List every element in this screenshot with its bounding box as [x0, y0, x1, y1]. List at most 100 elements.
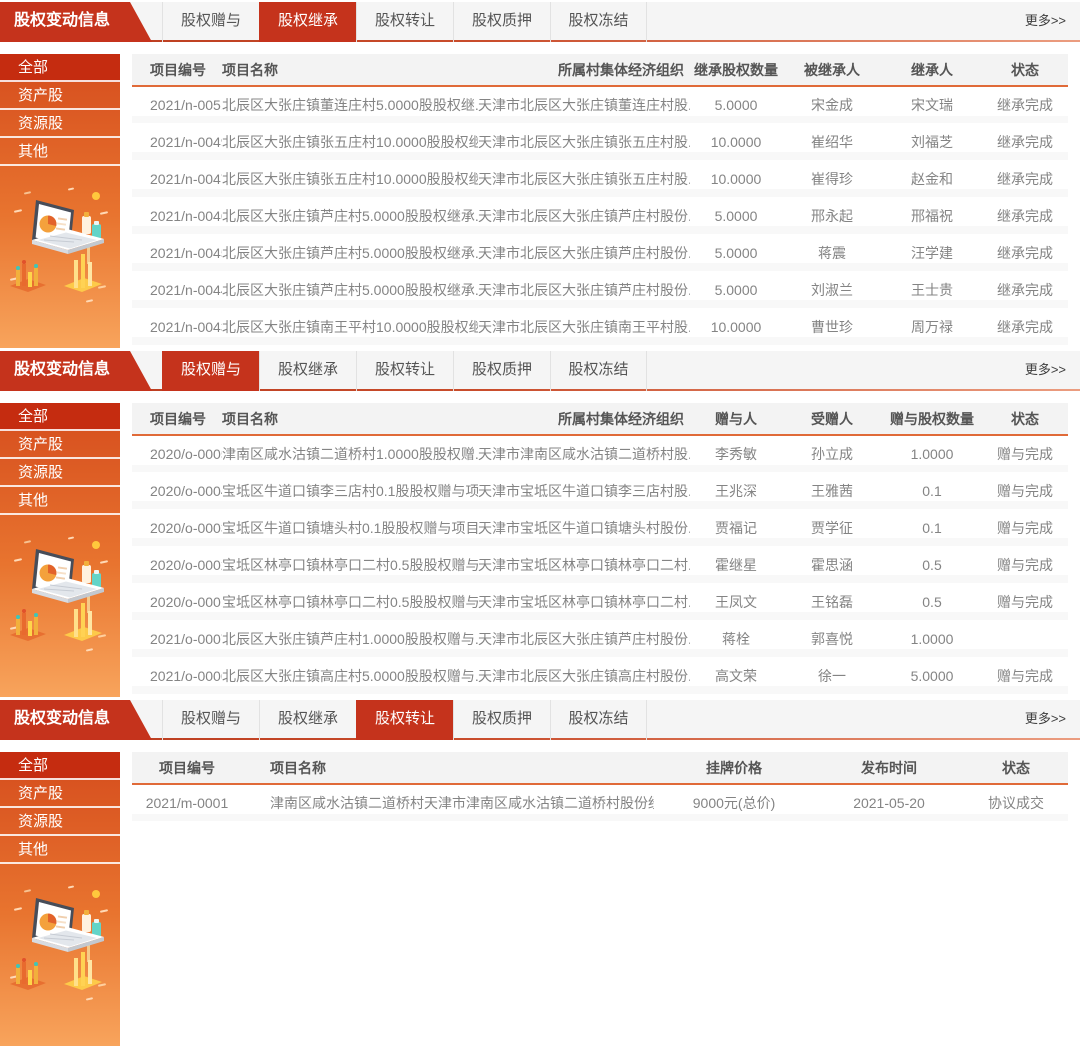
- table-cell: 天津市宝坻区牛道口镇塘头村股份...: [478, 509, 690, 546]
- column-header: 状态: [982, 54, 1068, 86]
- column-header: 项目编号: [132, 752, 242, 784]
- table-row[interactable]: 2021/m-0001津南区咸水沽镇二道桥村天津市津南区咸水沽镇二道桥村股份经.…: [132, 784, 1068, 821]
- table-cell: 宝坻区牛道口镇塘头村0.1股股权赠与项目: [222, 509, 478, 546]
- table-wrap: 项目编号项目名称挂牌价格发布时间状态 2021/m-0001津南区咸水沽镇二道桥…: [132, 752, 1068, 1046]
- tab-3[interactable]: 股权转让: [356, 351, 453, 391]
- table-cell: 北辰区大张庄镇芦庄村5.0000股股权继承...: [222, 197, 478, 234]
- tab-2[interactable]: 股权继承: [259, 351, 356, 391]
- section-transfer: 股权变动信息 股权赠与股权继承股权转让股权质押股权冻结 更多>> 全部资产股资源…: [0, 700, 1080, 1046]
- table-row[interactable]: 2021/n-0043北辰区大张庄镇南王平村10.0000股股权继...天津市北…: [132, 308, 1068, 345]
- table-cell: 2021/n-0047: [132, 160, 222, 197]
- table-cell: 天津市宝坻区林亭口镇林亭口二村...: [478, 546, 690, 583]
- table-cell: 继承完成: [982, 160, 1068, 197]
- sidebar-item[interactable]: 资源股: [0, 808, 120, 836]
- table-cell: 天津市北辰区大张庄镇张五庄村股...: [478, 160, 690, 197]
- section-title-banner: 股权变动信息: [0, 351, 152, 391]
- tab-5[interactable]: 股权冻结: [550, 2, 647, 42]
- more-link[interactable]: 更多>>: [1025, 700, 1080, 738]
- sidebar-item[interactable]: 其他: [0, 836, 120, 864]
- sidebar-item[interactable]: 资源股: [0, 110, 120, 138]
- category-sidebar: 全部资产股资源股其他: [0, 403, 120, 697]
- sidebar-item[interactable]: 其他: [0, 487, 120, 515]
- table-cell: 邢永起: [782, 197, 882, 234]
- table-cell: 孙立成: [782, 435, 882, 472]
- table-cell: 2020/o-0001: [132, 583, 222, 620]
- table-row[interactable]: 2020/o-0005津南区咸水沽镇二道桥村1.0000股股权赠...天津市津南…: [132, 435, 1068, 472]
- tab-4[interactable]: 股权质押: [453, 351, 550, 391]
- table-cell: 5.0000: [690, 197, 782, 234]
- table-cell: 李秀敏: [690, 435, 782, 472]
- sidebar-menu: 全部资产股资源股其他: [0, 54, 120, 166]
- header-row: 项目编号项目名称所属村集体经济组织继承股权数量被继承人继承人状态: [132, 54, 1068, 86]
- table-cell: 2021/m-0001: [132, 784, 242, 821]
- tab-bar: 股权赠与股权继承股权转让股权质押股权冻结: [162, 700, 647, 740]
- table-cell: 2021/o-0007: [132, 620, 222, 657]
- tab-3[interactable]: 股权转让: [356, 700, 453, 740]
- section-header: 股权变动信息 股权赠与股权继承股权转让股权质押股权冻结 更多>>: [0, 2, 1080, 40]
- table-row[interactable]: 2020/o-0003宝坻区牛道口镇塘头村0.1股股权赠与项目天津市宝坻区牛道口…: [132, 509, 1068, 546]
- table-cell: 0.1: [882, 472, 982, 509]
- tab-1[interactable]: 股权赠与: [162, 700, 259, 740]
- sidebar-item[interactable]: 资源股: [0, 459, 120, 487]
- sidebar-item[interactable]: 其他: [0, 138, 120, 166]
- table-cell: 继承完成: [982, 197, 1068, 234]
- table-row[interactable]: 2021/n-0047北辰区大张庄镇张五庄村10.0000股股权继...天津市北…: [132, 160, 1068, 197]
- table-cell: 贾福记: [690, 509, 782, 546]
- tab-3[interactable]: 股权转让: [356, 2, 453, 42]
- illustration-box: [0, 864, 120, 1046]
- table-row[interactable]: 2021/n-0046北辰区大张庄镇芦庄村5.0000股股权继承...天津市北辰…: [132, 197, 1068, 234]
- table-body: 2020/o-0005津南区咸水沽镇二道桥村1.0000股股权赠...天津市津南…: [132, 435, 1068, 694]
- table-cell: 继承完成: [982, 308, 1068, 345]
- table-row[interactable]: 2021/o-0006北辰区大张庄镇高庄村5.0000股股权赠与...天津市北辰…: [132, 657, 1068, 694]
- section-header: 股权变动信息 股权赠与股权继承股权转让股权质押股权冻结 更多>>: [0, 700, 1080, 738]
- table-cell: 2021/n-0046: [132, 197, 222, 234]
- tab-5[interactable]: 股权冻结: [550, 351, 647, 391]
- tab-2[interactable]: 股权继承: [259, 700, 356, 740]
- table-cell: 5.0000: [690, 86, 782, 123]
- table-row[interactable]: 2021/n-0045北辰区大张庄镇芦庄村5.0000股股权继承...天津市北辰…: [132, 234, 1068, 271]
- table-body: 2021/n-0051北辰区大张庄镇董连庄村5.0000股股权继...天津市北辰…: [132, 86, 1068, 345]
- tab-2[interactable]: 股权继承: [259, 2, 356, 42]
- tab-1[interactable]: 股权赠与: [162, 2, 259, 42]
- table-cell: 王兆深: [690, 472, 782, 509]
- table-row[interactable]: 2020/o-0002宝坻区林亭口镇林亭口二村0.5股股权赠与...天津市宝坻区…: [132, 546, 1068, 583]
- sidebar-item[interactable]: 全部: [0, 54, 120, 82]
- table-cell: 郭喜悦: [782, 620, 882, 657]
- table-cell: 北辰区大张庄镇董连庄村5.0000股股权继...: [222, 86, 478, 123]
- sidebar-item[interactable]: 全部: [0, 752, 120, 780]
- more-link[interactable]: 更多>>: [1025, 2, 1080, 40]
- sidebar-item[interactable]: 资产股: [0, 780, 120, 808]
- tab-4[interactable]: 股权质押: [453, 2, 550, 42]
- tab-1[interactable]: 股权赠与: [162, 351, 259, 391]
- table-head: 项目编号项目名称所属村集体经济组织赠与人受赠人赠与股权数量状态: [132, 403, 1068, 435]
- table-cell: 贾学征: [782, 509, 882, 546]
- table-cell: 宋金成: [782, 86, 882, 123]
- table-cell: 2021-05-20: [814, 784, 964, 821]
- table-cell: 宝坻区林亭口镇林亭口二村0.5股股权赠与...: [222, 583, 478, 620]
- table-row[interactable]: 2021/o-0007北辰区大张庄镇芦庄村1.0000股股权赠与...天津市北辰…: [132, 620, 1068, 657]
- table-cell: 赵金和: [882, 160, 982, 197]
- table-row[interactable]: 2021/n-0044北辰区大张庄镇芦庄村5.0000股股权继承...天津市北辰…: [132, 271, 1068, 308]
- table-cell: 2021/n-0051: [132, 86, 222, 123]
- table-row[interactable]: 2020/o-0001宝坻区林亭口镇林亭口二村0.5股股权赠与...天津市宝坻区…: [132, 583, 1068, 620]
- table-row[interactable]: 2021/n-0049北辰区大张庄镇张五庄村10.0000股股权继...天津市北…: [132, 123, 1068, 160]
- table-cell: 北辰区大张庄镇高庄村5.0000股股权赠与...: [222, 657, 478, 694]
- table-row[interactable]: 2021/n-0051北辰区大张庄镇董连庄村5.0000股股权继...天津市北辰…: [132, 86, 1068, 123]
- more-link[interactable]: 更多>>: [1025, 351, 1080, 389]
- table-cell: 高文荣: [690, 657, 782, 694]
- section-header: 股权变动信息 股权赠与股权继承股权转让股权质押股权冻结 更多>>: [0, 351, 1080, 389]
- illustration-box: [0, 166, 120, 348]
- sidebar-item[interactable]: 全部: [0, 403, 120, 431]
- table-cell: 津南区咸水沽镇二道桥村1.0000股股权赠...: [222, 435, 478, 472]
- table-cell: 2020/o-0002: [132, 546, 222, 583]
- laptop-charts-illustration: [8, 880, 112, 1006]
- sidebar-item[interactable]: 资产股: [0, 431, 120, 459]
- gift-table: 项目编号项目名称所属村集体经济组织赠与人受赠人赠与股权数量状态 2020/o-0…: [132, 403, 1068, 694]
- table-cell: 赠与完成: [982, 657, 1068, 694]
- tab-4[interactable]: 股权质押: [453, 700, 550, 740]
- table-row[interactable]: 2020/o-0004宝坻区牛道口镇李三店村0.1股股权赠与项目天津市宝坻区牛道…: [132, 472, 1068, 509]
- table-cell: 北辰区大张庄镇芦庄村1.0000股股权赠与...: [222, 620, 478, 657]
- column-header: 赠与人: [690, 403, 782, 435]
- tab-5[interactable]: 股权冻结: [550, 700, 647, 740]
- sidebar-item[interactable]: 资产股: [0, 82, 120, 110]
